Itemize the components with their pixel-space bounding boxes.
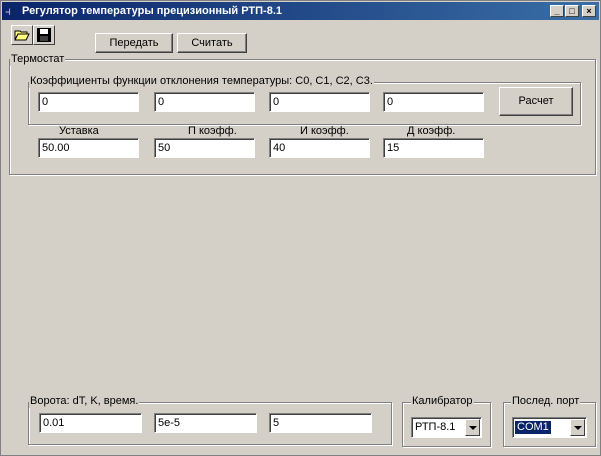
setpoint-input[interactable]: 50.00 [38,138,139,158]
maximize-button[interactable]: □ [565,5,579,17]
gate-dt-input[interactable]: 0.01 [39,413,142,433]
i-coef-label: И коэфф. [300,125,349,137]
serial-port-select-value: COM1 [515,421,551,434]
thermostat-legend: Термостат [10,53,66,66]
gate-k-input[interactable]: 5e-5 [154,413,257,433]
save-file-button[interactable] [33,25,55,45]
coefficients-legend: Коэффициенты функции отклонения температ… [29,75,374,88]
coef-c0-input[interactable]: 0 [38,92,139,112]
setpoint-label: Уставка [59,125,99,137]
p-coef-label: П коэфф. [188,125,237,137]
serial-port-select[interactable]: COM1 [512,417,587,438]
chevron-down-icon[interactable] [570,419,585,436]
serial-port-legend: Послед. порт [511,395,581,408]
title-bar[interactable]: ⫞ Регулятор температуры прецизионный РТП… [2,2,599,20]
main-window: ⫞ Регулятор температуры прецизионный РТП… [0,0,601,456]
app-icon[interactable]: ⫞ [5,4,17,18]
calibrator-legend: Калибратор [411,395,474,408]
calibrator-select-value: РТП-8.1 [415,421,456,433]
send-button[interactable]: Передать [95,33,173,53]
calibrator-select[interactable]: РТП-8.1 [411,417,482,438]
window-title: Регулятор температуры прецизионный РТП-8… [22,5,283,17]
gate-legend: Ворота: dT, K, время. [29,395,140,408]
coef-c1-input[interactable]: 0 [154,92,255,112]
close-button[interactable]: × [582,5,596,17]
read-button[interactable]: Считать [177,33,247,53]
chevron-down-icon[interactable] [465,419,480,436]
coef-c2-input[interactable]: 0 [269,92,370,112]
coef-c3-input[interactable]: 0 [383,92,484,112]
i-coef-input[interactable]: 40 [269,138,370,158]
floppy-disk-icon [37,28,51,42]
d-coef-input[interactable]: 15 [383,138,484,158]
folder-open-icon [14,30,30,41]
d-coef-label: Д коэфф. [407,125,456,137]
gate-time-input[interactable]: 5 [269,413,372,433]
open-file-button[interactable] [11,25,33,45]
minimize-button[interactable]: _ [550,5,564,17]
calculate-button[interactable]: Расчет [499,87,573,116]
p-coef-input[interactable]: 50 [154,138,255,158]
